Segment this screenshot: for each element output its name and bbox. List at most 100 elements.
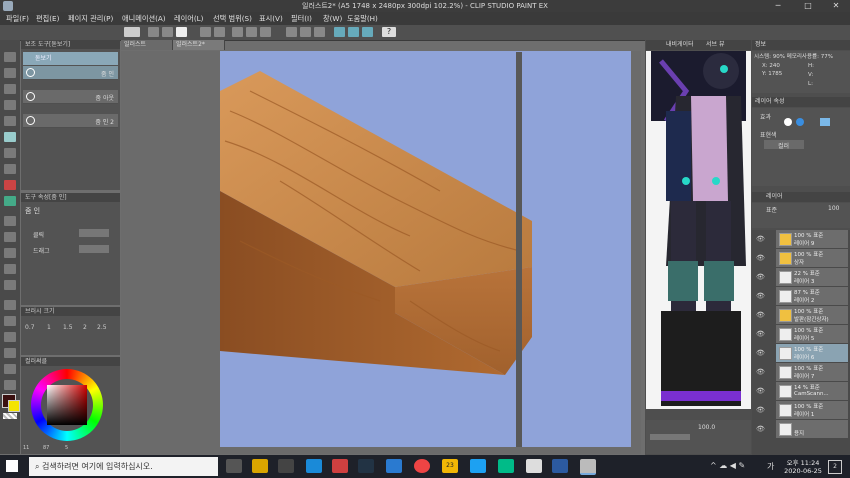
twitter-icon[interactable] [470,459,486,473]
visibility-eye-icon[interactable]: 👁 [756,425,765,433]
pencil-tool-icon[interactable] [4,164,16,174]
app-icon[interactable] [332,459,348,473]
notification-icon[interactable]: 2 [828,460,842,474]
tab-illust2[interactable]: 일러스트2* [173,40,225,50]
layer-row[interactable]: 👁 87 % 표준 레이어 2 [756,287,848,305]
brush-size-0[interactable]: 0.7 [25,324,35,331]
brush-tool-icon[interactable] [4,180,16,190]
eyedropper-tool-icon[interactable] [4,132,16,142]
fill-tool-icon[interactable] [4,264,16,274]
visibility-eye-icon[interactable]: 👁 [756,311,765,319]
minimize-button[interactable]: ─ [764,0,792,12]
edge-dev-icon[interactable] [498,459,514,473]
expression-color-select[interactable]: 컬러 [764,140,804,150]
redo-icon[interactable] [214,27,225,37]
canvas-scrollbar[interactable] [516,52,522,447]
subtool-item[interactable]: 줌 아웃 [23,90,118,104]
snap-perspective-icon[interactable] [362,27,373,37]
layer-row[interactable]: 👁 100 % 표준 상자 [756,249,848,267]
mail-icon[interactable] [386,459,402,473]
balloon-tool-icon[interactable] [4,364,16,374]
edge-icon[interactable] [306,459,322,473]
layer-row[interactable]: 👁 14 % 표준 CamScann... [756,382,848,400]
clock[interactable]: 오후 11:24 2020-06-25 [782,457,824,475]
decoration-tool-icon[interactable] [4,216,16,226]
menu-view[interactable]: 표시(V) [259,14,283,24]
maximize-button[interactable]: □ [794,0,822,12]
visibility-eye-icon[interactable]: 👁 [756,330,765,338]
tab-navigator[interactable]: 내비게이터 [666,40,694,50]
visibility-eye-icon[interactable]: 👁 [756,292,765,300]
brush-size-1[interactable]: 1 [47,324,51,331]
wand-tool-icon[interactable] [4,116,16,126]
menu-help[interactable]: 도움말(H) [347,14,378,24]
fill-icon[interactable] [260,27,271,37]
clip-studio-paint-taskbar-icon[interactable] [552,459,568,473]
start-icon[interactable] [6,460,18,472]
zoom-slider[interactable] [650,434,690,440]
sub-color-swatch[interactable] [8,400,20,412]
pen-tool-icon[interactable] [4,148,16,158]
ime-lang[interactable]: 가 [767,461,774,472]
effect-color-icon[interactable] [820,118,830,126]
invert-selection-icon[interactable] [300,27,311,37]
clip-studio-button[interactable] [124,27,140,37]
canvas-area[interactable] [121,51,641,454]
active-app-icon[interactable] [580,459,596,475]
selection-tool-icon[interactable] [4,100,16,110]
new-file-icon[interactable] [148,27,159,37]
brush-size-2[interactable]: 1.5 [63,324,73,331]
visibility-eye-icon[interactable]: 👁 [756,368,765,376]
kakaotalk-icon[interactable]: 23 [442,459,458,473]
ruler-tool-icon[interactable] [4,332,16,342]
layer-row[interactable]: 👁 100 % 표준 발판(잠긴상자) [756,306,848,324]
menu-selection[interactable]: 선택 범위(S) [213,14,252,24]
visibility-eye-icon[interactable]: 👁 [756,387,765,395]
show-selection-icon[interactable] [314,27,325,37]
brush-size-3[interactable]: 2 [83,324,87,331]
operation-tool-icon[interactable] [4,84,16,94]
menu-edit[interactable]: 편집(E) [36,14,59,24]
transform-icon[interactable] [246,27,257,37]
visibility-eye-icon[interactable]: 👁 [756,235,765,243]
saturation-value-square[interactable] [47,385,87,425]
click-options[interactable] [79,229,109,237]
transparent-swatch[interactable] [3,413,17,419]
save-icon[interactable] [176,27,187,37]
tab-subview[interactable]: 서브 뷰 [706,40,724,50]
text-tool-icon[interactable] [4,348,16,358]
task-view-icon[interactable] [226,459,242,473]
subtool-item[interactable]: 줌 인 2 [23,114,118,128]
eraser-tool-icon[interactable] [4,232,16,242]
undo-icon[interactable] [200,27,211,37]
zoom-tool-icon[interactable] [4,52,16,62]
layer-row[interactable]: 👁 100 % 표준 레이어 5 [756,325,848,343]
effect-border-icon[interactable] [784,118,792,126]
menu-animation[interactable]: 애니메이션(A) [122,14,166,24]
layer-row[interactable]: 👁 100 % 표준 레이어 1 [756,401,848,419]
subview-zoom[interactable]: 100.0 [698,424,715,431]
airbrush-tool-icon[interactable] [4,196,16,206]
file-explorer-icon[interactable] [252,459,268,473]
layer-row[interactable]: 👁 100 % 표준 레이어 7 [756,363,848,381]
subtool-item[interactable]: 줌 인 [23,66,118,80]
open-icon[interactable] [162,27,173,37]
menu-file[interactable]: 파일(F) [6,14,29,24]
clip-studio-taskbar-icon[interactable] [526,459,542,473]
snap-ruler-icon[interactable] [334,27,345,37]
layer-opacity[interactable]: 100 [828,205,839,212]
menu-window[interactable]: 창(W) [323,14,342,24]
close-button[interactable]: ✕ [822,0,850,12]
layer-row[interactable]: 👁 22 % 표준 레이어 3 [756,268,848,286]
tab-illust[interactable]: 일러스트 [121,40,173,50]
gradient-tool-icon[interactable] [4,280,16,290]
help-icon[interactable]: ? [382,27,396,37]
menu-layer[interactable]: 레이어(L) [174,14,203,24]
figure-tool-icon[interactable] [4,300,16,310]
menu-page[interactable]: 페이지 관리(P) [68,14,113,24]
layer-row[interactable]: 👁 100 % 표준 레이어 6 [756,344,848,362]
clear-icon[interactable] [232,27,243,37]
subview-image[interactable] [646,51,751,409]
correct-line-tool-icon[interactable] [4,380,16,390]
menu-filter[interactable]: 필터(I) [291,14,312,24]
